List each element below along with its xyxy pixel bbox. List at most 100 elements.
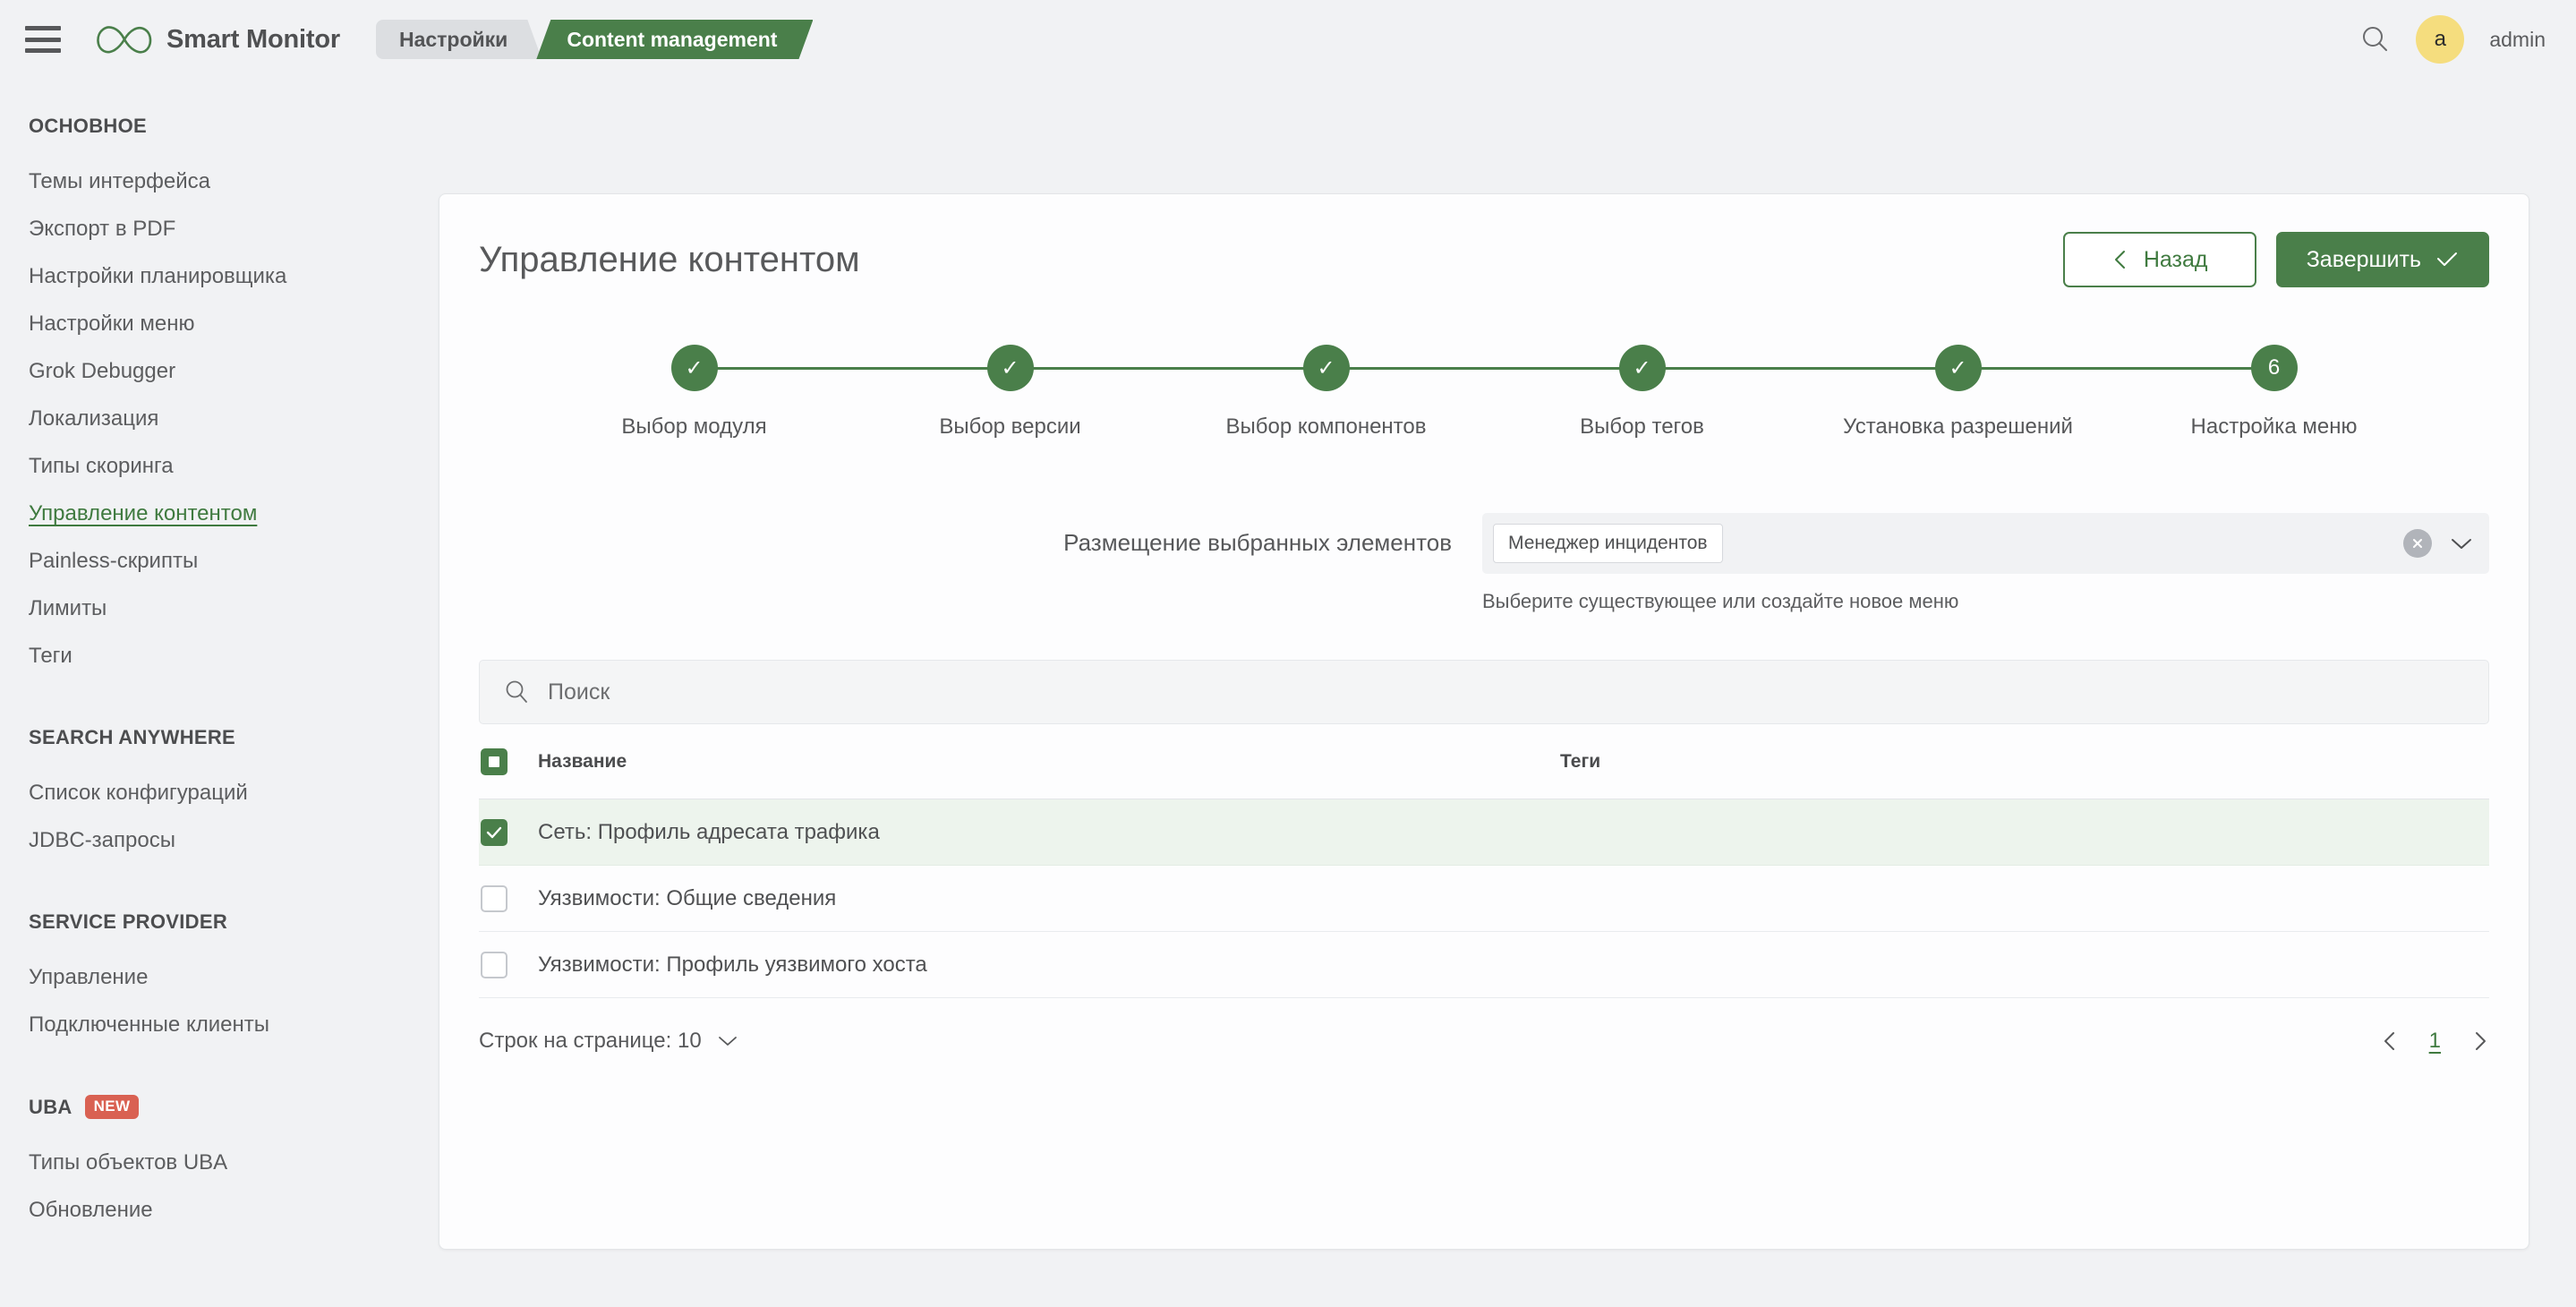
table-row[interactable]: Уязвимости: Общие сведения bbox=[479, 866, 2489, 932]
search-icon[interactable] bbox=[2358, 23, 2391, 56]
chevron-down-icon[interactable] bbox=[2448, 534, 2475, 552]
step-6[interactable]: 6 Настройка меню bbox=[2116, 345, 2432, 440]
nav-group-title: ОСНОВНОЕ bbox=[29, 115, 439, 138]
selected-menu-chip[interactable]: Менеджер инцидентов bbox=[1493, 524, 1723, 563]
avatar[interactable]: a bbox=[2416, 15, 2465, 64]
row-checkbox[interactable] bbox=[481, 818, 508, 846]
page-title: Управление контентом bbox=[479, 239, 860, 279]
sidebar-item-connected-clients[interactable]: Подключенные клиенты bbox=[29, 1001, 439, 1048]
row-name: Уязвимости: Профиль уязвимого хоста bbox=[538, 952, 927, 977]
chevron-right-icon[interactable] bbox=[2471, 1029, 2489, 1053]
sidebar-item-content-management[interactable]: Управление контентом bbox=[29, 490, 439, 537]
sidebar-item-limits[interactable]: Лимиты bbox=[29, 585, 439, 632]
sidebar-item-painless-scripts[interactable]: Painless-скрипты bbox=[29, 537, 439, 585]
clear-circle-icon[interactable] bbox=[2403, 529, 2432, 558]
nav-group-title: UBA NEW bbox=[29, 1095, 439, 1119]
step-connector bbox=[1642, 367, 1958, 370]
select-all-cell bbox=[479, 747, 527, 775]
finish-button-label: Завершить bbox=[2306, 246, 2421, 272]
menu-placement-select[interactable]: Менеджер инцидентов bbox=[1482, 513, 2489, 574]
sidebar-item-localization[interactable]: Локализация bbox=[29, 395, 439, 442]
select-actions bbox=[2403, 529, 2475, 558]
finish-button[interactable]: Завершить bbox=[2275, 232, 2489, 287]
indeterminate-mark-icon bbox=[489, 756, 499, 767]
table-row[interactable]: Сеть: Профиль адресата трафика bbox=[479, 799, 2489, 866]
step-marker[interactable]: ✓ bbox=[1302, 345, 1350, 391]
sidebar-item-config-list[interactable]: Список конфигураций bbox=[29, 769, 439, 816]
sidebar-item-jdbc-queries[interactable]: JDBC-запросы bbox=[29, 816, 439, 864]
chevron-down-icon bbox=[718, 1037, 737, 1046]
step-marker[interactable]: ✓ bbox=[1934, 345, 1982, 391]
row-checkbox[interactable] bbox=[481, 951, 508, 978]
breadcrumb-item-content-management[interactable]: Content management bbox=[536, 20, 813, 59]
select-all-checkbox[interactable] bbox=[481, 747, 508, 775]
sidebar-item-uba-update[interactable]: Обновление bbox=[29, 1186, 439, 1234]
nav-group-title-label: UBA bbox=[29, 1095, 73, 1118]
menu-placement-row: Размещение выбранных элементов Менеджер … bbox=[439, 513, 2529, 613]
brand-name: Smart Monitor bbox=[166, 24, 340, 54]
sidebar-item-export-pdf[interactable]: Экспорт в PDF bbox=[29, 205, 439, 252]
menu-placement-field-wrap: Менеджер инцидентов Выберите существующе… bbox=[1482, 513, 2489, 613]
content-management-card: Управление контентом Назад Завершить ✓ В… bbox=[439, 193, 2529, 1250]
sidebar-item-grok-debugger[interactable]: Grok Debugger bbox=[29, 347, 439, 395]
sidebar-item-scheduler-settings[interactable]: Настройки планировщика bbox=[29, 252, 439, 300]
step-marker[interactable]: ✓ bbox=[1618, 345, 1666, 391]
card-header-actions: Назад Завершить bbox=[2062, 232, 2489, 287]
step-4[interactable]: ✓ Выбор тегов bbox=[1484, 345, 1958, 440]
step-connector bbox=[1326, 367, 1642, 370]
chevron-left-icon bbox=[2114, 251, 2125, 269]
row-checkbox[interactable] bbox=[481, 884, 508, 912]
step-label: Установка разрешений bbox=[1843, 414, 2073, 439]
breadcrumb: Настройки Content management bbox=[376, 20, 814, 59]
rows-per-page-select[interactable]: Строк на странице: 10 bbox=[479, 1029, 739, 1054]
wizard-stepper: ✓ Выбор модуля ✓ Выбор версии ✓ Выбор ко… bbox=[536, 345, 2432, 463]
table-header-row: Название Теги bbox=[479, 724, 2489, 799]
step-connector bbox=[694, 367, 1011, 370]
card-header: Управление контентом Назад Завершить bbox=[439, 194, 2529, 287]
row-select-cell bbox=[479, 951, 527, 978]
step-1[interactable]: ✓ Выбор модуля bbox=[536, 345, 1011, 440]
chevron-left-icon[interactable] bbox=[2381, 1029, 2399, 1053]
nav-group-search-anywhere: SEARCH ANYWHERE Список конфигураций JDBC… bbox=[29, 726, 439, 864]
back-button[interactable]: Назад bbox=[2062, 232, 2256, 287]
check-icon bbox=[486, 826, 502, 838]
step-label: Выбор компонентов bbox=[1225, 414, 1427, 439]
page-number-1[interactable]: 1 bbox=[2429, 1029, 2441, 1054]
step-5[interactable]: ✓ Установка разрешений bbox=[1800, 345, 2274, 440]
nav-group-title: SEARCH ANYWHERE bbox=[29, 726, 439, 749]
row-select-cell bbox=[479, 818, 527, 846]
pagination-controls: 1 bbox=[2381, 1029, 2489, 1054]
table-row[interactable]: Уязвимости: Профиль уязвимого хоста bbox=[479, 932, 2489, 998]
infinity-logo-icon[interactable] bbox=[91, 20, 158, 59]
row-name: Сеть: Профиль адресата трафика bbox=[538, 819, 880, 844]
column-header-tags[interactable]: Теги bbox=[1560, 751, 2489, 773]
top-bar-right: a admin bbox=[2358, 15, 2546, 64]
main-content: Управление контентом Назад Завершить ✓ В… bbox=[439, 79, 2576, 1307]
sidebar-item-management[interactable]: Управление bbox=[29, 953, 439, 1001]
row-name: Уязвимости: Общие сведения bbox=[538, 885, 837, 910]
step-label: Выбор версии bbox=[939, 414, 1081, 439]
sidebar-item-scoring-types[interactable]: Типы скоринга bbox=[29, 442, 439, 490]
nav-group-title: SERVICE PROVIDER bbox=[29, 910, 439, 934]
step-2[interactable]: ✓ Выбор версии bbox=[852, 345, 1326, 440]
step-3[interactable]: ✓ Выбор компонентов bbox=[1168, 345, 1642, 440]
search-input[interactable]: Поиск bbox=[479, 660, 2489, 724]
sidebar-item-menu-settings[interactable]: Настройки меню bbox=[29, 300, 439, 347]
nav-group-title-label: ОСНОВНОЕ bbox=[29, 115, 147, 137]
hamburger-icon[interactable] bbox=[25, 26, 61, 53]
rows-per-page-label: Строк на странице: 10 bbox=[479, 1029, 702, 1053]
search-icon bbox=[503, 679, 530, 705]
column-header-name[interactable]: Название bbox=[527, 751, 1560, 773]
breadcrumb-item-settings[interactable]: Настройки bbox=[376, 20, 542, 59]
step-marker[interactable]: ✓ bbox=[986, 345, 1034, 391]
nav-group-uba: UBA NEW Типы объектов UBA Обновление bbox=[29, 1095, 439, 1234]
sidebar-item-tags[interactable]: Теги bbox=[29, 632, 439, 679]
username-label: admin bbox=[2489, 27, 2546, 51]
step-marker[interactable]: 6 bbox=[2250, 345, 2298, 391]
pagination: Строк на странице: 10 1 bbox=[479, 998, 2489, 1084]
step-marker[interactable]: ✓ bbox=[670, 345, 718, 391]
sidebar-item-themes[interactable]: Темы интерфейса bbox=[29, 158, 439, 205]
sidebar: ОСНОВНОЕ Темы интерфейса Экспорт в PDF Н… bbox=[0, 79, 439, 1307]
sidebar-item-uba-object-types[interactable]: Типы объектов UBA bbox=[29, 1139, 439, 1186]
nav-group-service-provider: SERVICE PROVIDER Управление Подключенные… bbox=[29, 910, 439, 1048]
